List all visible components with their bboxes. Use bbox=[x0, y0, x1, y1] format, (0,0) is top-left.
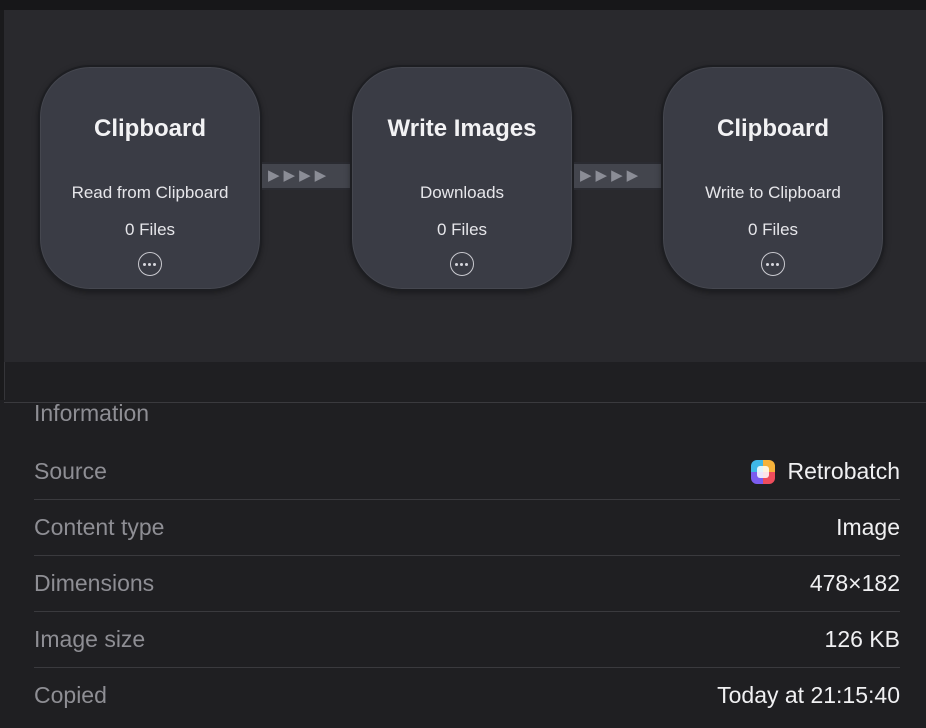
node-subtitle: Read from Clipboard bbox=[71, 183, 229, 202]
info-label: Image size bbox=[34, 626, 146, 652]
node-clipboard-write[interactable]: Clipboard Write to Clipboard 0 Files bbox=[661, 65, 885, 291]
info-value: 478×182 bbox=[809, 570, 900, 596]
node-title: Clipboard bbox=[94, 115, 206, 142]
info-value: 126 KB bbox=[824, 626, 900, 652]
node-subtitle: Write to Clipboard bbox=[705, 183, 841, 202]
info-label: Content type bbox=[34, 514, 165, 540]
node-connector[interactable]: ▶▶▶▶ bbox=[574, 162, 664, 190]
info-label: Copied bbox=[34, 682, 107, 708]
node-clipboard-read[interactable]: Clipboard Read from Clipboard 0 Files bbox=[38, 65, 262, 291]
info-value: Retrobatch bbox=[751, 458, 900, 485]
info-label: Dimensions bbox=[34, 570, 155, 596]
more-options-icon[interactable] bbox=[761, 252, 785, 276]
node-subtitle: Downloads bbox=[419, 183, 505, 202]
info-value-text: Retrobatch bbox=[787, 458, 900, 484]
node-file-count: 0 Files bbox=[436, 220, 488, 239]
node-file-count: 0 Files bbox=[747, 220, 799, 239]
info-value: Image bbox=[836, 514, 900, 540]
info-row-content-type: Content type Image bbox=[34, 500, 900, 556]
more-options-icon[interactable] bbox=[138, 252, 162, 276]
node-title: Write Images bbox=[387, 115, 537, 142]
node-title: Clipboard bbox=[717, 115, 829, 142]
retrobatch-app-icon bbox=[751, 459, 776, 484]
info-label: Source bbox=[34, 458, 107, 484]
information-heading: Information bbox=[34, 400, 150, 426]
node-write-images[interactable]: Write Images Downloads 0 Files bbox=[350, 65, 574, 291]
node-file-count: 0 Files bbox=[124, 220, 176, 239]
more-options-icon[interactable] bbox=[450, 252, 474, 276]
info-row-source: Source Retrobatch bbox=[34, 444, 900, 500]
info-row-image-size: Image size 126 KB bbox=[34, 612, 900, 668]
info-row-dimensions: Dimensions 478×182 bbox=[34, 556, 900, 612]
info-value: Today at 21:15:40 bbox=[717, 682, 900, 708]
workflow-canvas: Clipboard Read from Clipboard 0 Files ▶▶… bbox=[4, 10, 926, 362]
info-row-copied: Copied Today at 21:15:40 bbox=[34, 668, 900, 724]
node-connector[interactable]: ▶▶▶▶ bbox=[262, 162, 352, 190]
